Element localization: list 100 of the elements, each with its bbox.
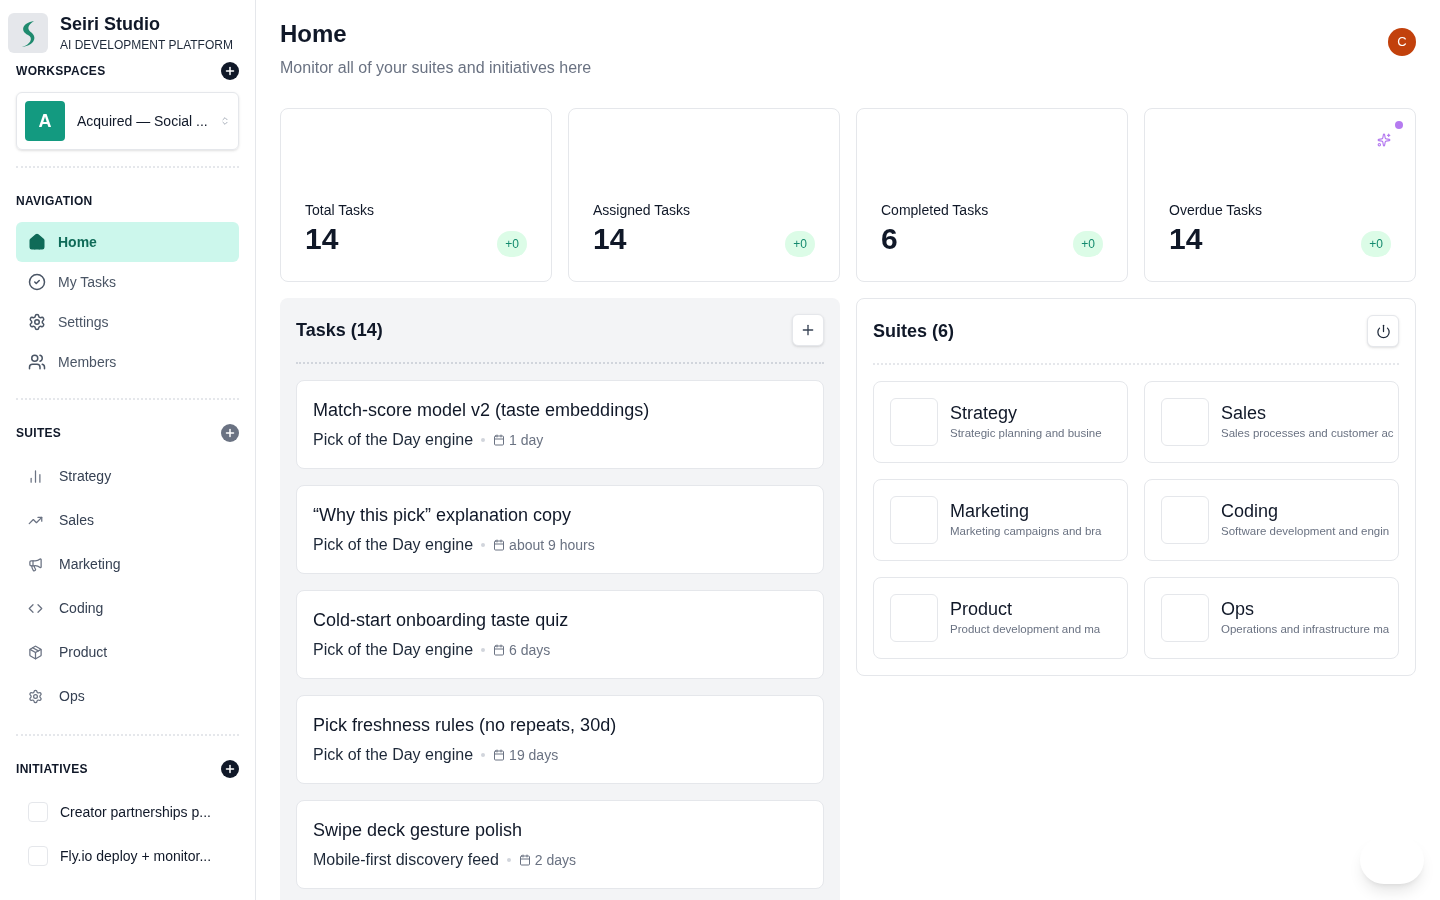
task-project: Mobile-first discovery feed — [313, 850, 499, 870]
logo-icon — [8, 13, 48, 53]
task-card[interactable]: Cold-start onboarding taste quiz Pick of the Day engine 6 days — [296, 590, 824, 679]
chevron-updown-icon — [219, 116, 230, 126]
delta-badge: +0 — [1361, 231, 1391, 257]
suite-nav-item[interactable]: Marketing — [16, 542, 239, 586]
task-card[interactable]: “Why this pick” explanation copy Pick of the Day engine about 9 hours — [296, 485, 824, 574]
stat-value: 6 — [881, 221, 898, 257]
add-button[interactable] — [221, 760, 239, 778]
calendar-icon — [493, 434, 506, 446]
home-icon — [28, 233, 46, 251]
suite-card[interactable]: Ops Operations and infrastructure ma — [1144, 577, 1399, 659]
panel-title: Suites (6) — [873, 319, 955, 343]
task-due: 1 day — [509, 430, 544, 450]
task-project: Pick of the Day engine — [313, 535, 474, 555]
suite-name: Strategy — [950, 402, 1019, 426]
suite-description: Strategic planning and busine — [950, 426, 1102, 442]
workspace-name: Acquired — Social ... — [77, 111, 208, 131]
plus-icon — [800, 322, 816, 338]
plus-icon — [224, 763, 236, 775]
section-heading: WORKSPACES — [16, 63, 106, 80]
task-title: “Why this pick” explanation copy — [313, 504, 573, 527]
suite-icon-placeholder — [890, 496, 938, 544]
task-card[interactable]: Swipe deck gesture polish Mobile-first discovery feed 2 days — [296, 800, 824, 889]
task-title: Match-score model v2 (taste embeddings) — [313, 399, 651, 422]
nav-item[interactable]: Home — [16, 222, 239, 262]
task-due: about 9 hours — [509, 535, 595, 555]
workspace-selector[interactable]: A Acquired — Social ... — [16, 92, 239, 150]
suite-description: Marketing campaigns and bra — [950, 524, 1102, 540]
suite-name: Product — [950, 598, 1014, 622]
stat-label: Completed Tasks — [881, 201, 990, 220]
suite-description: Operations and infrastructure ma — [1221, 622, 1390, 638]
initiative-label[interactable]: Fly.io deploy + monitor... — [60, 845, 212, 867]
check-circle-icon — [28, 273, 46, 291]
stat-label: Total Tasks — [305, 201, 375, 220]
brand-tagline: AI DEVELOPMENT PLATFORM — [60, 37, 233, 54]
suite-card[interactable]: Product Product development and ma — [873, 577, 1128, 659]
initiative-label[interactable]: Creator partnerships p... — [60, 801, 211, 823]
settings-icon — [28, 688, 43, 704]
add-task-button[interactable] — [792, 314, 824, 346]
section-heading: SUITES — [16, 425, 62, 442]
megaphone-icon — [28, 556, 43, 572]
suite-nav-item[interactable]: Product — [16, 630, 239, 674]
suite-icon-placeholder — [1161, 398, 1209, 446]
stat-label: Assigned Tasks — [593, 201, 691, 220]
suite-nav-item[interactable]: Ops — [16, 674, 239, 718]
package-icon — [28, 644, 43, 660]
task-title: Pick freshness rules (no repeats, 30d) — [313, 714, 618, 737]
section-heading: NAVIGATION — [16, 193, 94, 210]
power-icon — [1375, 323, 1391, 339]
nav-item[interactable]: Settings — [16, 302, 239, 342]
suite-description: Product development and ma — [950, 622, 1101, 638]
suite-nav-item[interactable]: Sales — [16, 498, 239, 542]
suite-name: Marketing — [950, 500, 1031, 524]
delta-badge: +0 — [785, 231, 815, 257]
suite-name: Ops — [1221, 598, 1255, 622]
page-title: Home — [280, 19, 348, 49]
section-heading: INITIATIVES — [16, 761, 88, 778]
suite-card[interactable]: Sales Sales processes and customer ac — [1144, 381, 1399, 463]
task-card[interactable]: Pick freshness rules (no repeats, 30d) Pick of the Day engine 19 days — [296, 695, 824, 784]
suite-description: Sales processes and customer ac — [1221, 426, 1394, 442]
task-card[interactable]: Match-score model v2 (taste embeddings) Pick of the Day engine 1 day — [296, 380, 824, 469]
suite-card[interactable]: Coding Software development and engin — [1144, 479, 1399, 561]
user-avatar[interactable]: C — [1388, 28, 1416, 56]
suite-icon-placeholder — [890, 398, 938, 446]
suite-description: Software development and engin — [1221, 524, 1390, 540]
power-button[interactable] — [1367, 315, 1399, 347]
bar-chart-icon — [28, 468, 43, 484]
add-button[interactable] — [221, 62, 239, 80]
checkbox[interactable] — [28, 846, 48, 866]
task-project: Pick of the Day engine — [313, 430, 474, 450]
checkbox[interactable] — [28, 802, 48, 822]
nav-item[interactable]: My Tasks — [16, 262, 239, 302]
suite-icon-placeholder — [890, 594, 938, 642]
suite-card[interactable]: Marketing Marketing campaigns and bra — [873, 479, 1128, 561]
suite-nav-item[interactable]: Strategy — [16, 454, 239, 498]
brand-name: Seiri Studio — [60, 13, 161, 36]
task-title: Cold-start onboarding taste quiz — [313, 609, 570, 632]
stat-label: Overdue Tasks — [1169, 201, 1264, 220]
stat-value: 14 — [305, 221, 339, 257]
nav-item[interactable]: Members — [16, 342, 239, 382]
suite-nav-item[interactable]: Coding — [16, 586, 239, 630]
panel-title: Tasks (14) — [296, 318, 383, 342]
plus-icon — [224, 427, 236, 439]
suite-icon-placeholder — [1161, 496, 1209, 544]
task-title: Swipe deck gesture polish — [313, 819, 524, 842]
workspace-avatar: A — [25, 101, 65, 141]
suite-card[interactable]: Strategy Strategic planning and busine — [873, 381, 1128, 463]
task-due: 19 days — [509, 745, 559, 765]
task-project: Pick of the Day engine — [313, 640, 474, 660]
calendar-icon — [493, 749, 506, 761]
suite-icon-placeholder — [1161, 594, 1209, 642]
calendar-icon — [493, 539, 506, 551]
task-due: 6 days — [509, 640, 551, 660]
stat-value: 14 — [1169, 221, 1203, 257]
suite-name: Sales — [1221, 402, 1268, 426]
suite-name: Coding — [1221, 500, 1280, 524]
page-subtitle: Monitor all of your suites and initiatives here — [280, 58, 592, 78]
settings-icon — [28, 313, 46, 331]
delta-badge: +0 — [497, 231, 527, 257]
